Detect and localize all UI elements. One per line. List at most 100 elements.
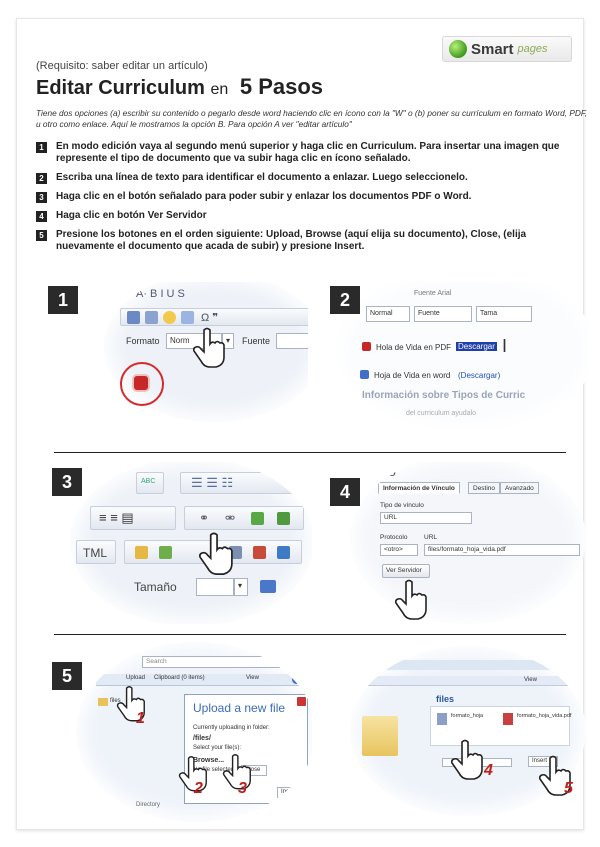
folder-icon <box>98 698 108 706</box>
upload-line1: Currently uploading in folder: <box>193 725 270 731</box>
flash-media-icon[interactable] <box>253 546 266 559</box>
pdf-download-link-selected[interactable]: Descargar <box>456 342 497 351</box>
intro-text: Tiene dos opciones (a) escribir su conte… <box>36 108 588 129</box>
logo-ball-icon <box>449 40 467 58</box>
paste-icon[interactable] <box>135 546 148 559</box>
anchor-icon[interactable] <box>251 512 264 525</box>
pointer-hand-icon <box>178 756 207 792</box>
tab-advanced[interactable]: Avanzado <box>500 482 539 494</box>
list-icons[interactable]: ☰ ☰ ☷ <box>191 475 233 491</box>
step-item: 3 Haga clic en el botón señalado para pod… <box>36 191 584 203</box>
omega-icon[interactable]: Ω ❞ <box>201 311 218 324</box>
step-marker-1: 1 <box>136 710 145 727</box>
browser-toolbar: View <box>362 676 578 686</box>
divider-1 <box>54 452 566 453</box>
unlink-icon[interactable]: ⚮ <box>225 511 235 525</box>
pointer-hand-icon <box>192 327 225 368</box>
insert-button[interactable]: Insert <box>277 787 305 798</box>
link-type-select[interactable]: URL <box>380 512 472 524</box>
panel-step-5b: View files formato_hoja formato_hoja_vid… <box>318 642 588 822</box>
panel-step-4: 4 culo Información de Vínculo Destino Av… <box>322 462 588 624</box>
step-marker-2: 2 <box>194 780 203 797</box>
word-download-link[interactable]: (Descargar) <box>458 371 500 380</box>
abc-icon: ABC <box>141 478 156 485</box>
title-steps: 5 Pasos <box>239 74 324 99</box>
step-marker-3: 3 <box>238 780 247 797</box>
help-icon[interactable] <box>292 675 301 684</box>
view-nav[interactable]: View <box>246 675 259 681</box>
step-number: 5 <box>36 230 47 241</box>
upload-folder: /files/ <box>193 735 211 742</box>
tab-destination[interactable]: Destino <box>468 482 501 494</box>
size-select[interactable] <box>196 578 234 596</box>
smiley-icon[interactable] <box>163 311 176 324</box>
editor-toolbar: Fuente Arial <box>386 286 576 304</box>
format-select[interactable]: Normal <box>366 306 410 322</box>
faint-text: del curriculum ayudalo <box>406 410 477 417</box>
color-icon[interactable] <box>260 580 276 593</box>
align-toolbar: ≡ ≡ ▤ <box>90 506 176 530</box>
table-icon[interactable] <box>159 546 172 559</box>
word-line-text: Hoja de Vida en word <box>374 371 451 380</box>
tab-link-info[interactable]: Información de Vínculo <box>378 482 460 494</box>
page-title: Editar Curriculum en 5 Pasos <box>36 74 323 100</box>
protocol-select[interactable]: <otro> <box>380 544 418 556</box>
step-item: 2 Escriba una línea de texto para identif… <box>36 172 584 184</box>
title-main: Editar Curriculum <box>36 77 205 99</box>
window-titlebar <box>370 660 570 670</box>
step-item: 5 Presione los botones en el orden siguie… <box>36 229 584 253</box>
panel-badge: 5 <box>52 662 82 690</box>
pdf-icon <box>362 342 371 351</box>
source-button[interactable]: TML <box>76 540 116 564</box>
format-label: Formato <box>126 336 160 346</box>
link-icon[interactable]: ⚭ <box>199 511 209 525</box>
pdf-line-text: Hola de Vida en PDF <box>376 343 452 352</box>
spellcheck-button[interactable]: ABC <box>136 472 164 494</box>
screenshot-oval: Fuente Arial Normal Fuente Tama Hola de … <box>336 282 588 428</box>
clipboard-nav[interactable]: Clipboard (0 items) <box>154 675 205 681</box>
panel-badge: 2 <box>330 286 360 314</box>
panel-step-5: 5 Search Upload Clipboard (0 items) View… <box>46 642 312 822</box>
rule-icon[interactable] <box>145 311 158 324</box>
font-select[interactable] <box>276 333 308 349</box>
text-cursor-icon: I <box>502 336 508 356</box>
pdf-file-icon <box>503 713 513 725</box>
pointer-hand-icon <box>222 754 251 790</box>
image-icon[interactable] <box>181 311 194 324</box>
table-icon[interactable] <box>127 311 140 324</box>
protocol-label: Protocolo <box>380 534 408 541</box>
file-name-2[interactable]: formato_hoja_vida.pdf <box>517 713 571 719</box>
step-number: 1 <box>36 142 47 153</box>
font-select[interactable]: Fuente <box>414 306 472 322</box>
view-nav[interactable]: View <box>524 677 537 683</box>
tipos-heading: Información sobre Tipos de Curric <box>362 390 526 401</box>
toolbar-row-2: Ω ❞ <box>120 308 308 326</box>
requirement-note: (Requisito: saber editar un artículo) <box>36 60 208 72</box>
pointer-hand-icon <box>450 739 483 780</box>
link-toolbar: ⚭ ⚮ <box>184 506 304 530</box>
file-name-1[interactable]: formato_hoja <box>451 713 483 719</box>
dialog-title: culo <box>372 464 396 479</box>
word-icon <box>360 370 369 379</box>
step-text: Haga clic en botón Ver Servidor <box>56 210 207 221</box>
screenshot-oval: culo Información de Vínculo Destino Avan… <box>350 462 586 624</box>
size-label: Tamaño <box>134 580 177 594</box>
size-select[interactable]: Tama <box>476 306 532 322</box>
align-icons[interactable]: ≡ ≡ ▤ <box>99 510 134 526</box>
pointer-hand-icon <box>199 532 233 575</box>
step-text: En modo edición vaya al segundo menú sup… <box>56 141 560 164</box>
ver-servidor-button[interactable]: Ver Servidor <box>382 564 430 578</box>
step-item: 4 Haga clic en botón Ver Servidor <box>36 210 584 222</box>
panel-badge: 4 <box>330 478 360 506</box>
upload-nav[interactable]: Upload <box>126 675 145 681</box>
close-x-icon[interactable] <box>297 697 306 706</box>
upload-line2: Select your file(s): <box>193 745 242 751</box>
url-input[interactable]: files/formato_hoja_vida.pdf <box>424 544 580 556</box>
flash-icon[interactable] <box>277 512 290 525</box>
upload-dialog-title: Upload a new file <box>193 701 286 715</box>
image-icon[interactable] <box>277 546 290 559</box>
size-dropdown[interactable]: ▾ <box>234 578 248 596</box>
list-toolbar: ☰ ☰ ☷ <box>180 472 298 494</box>
search-input[interactable]: Search <box>142 656 282 668</box>
step-marker-4: 4 <box>484 762 493 779</box>
